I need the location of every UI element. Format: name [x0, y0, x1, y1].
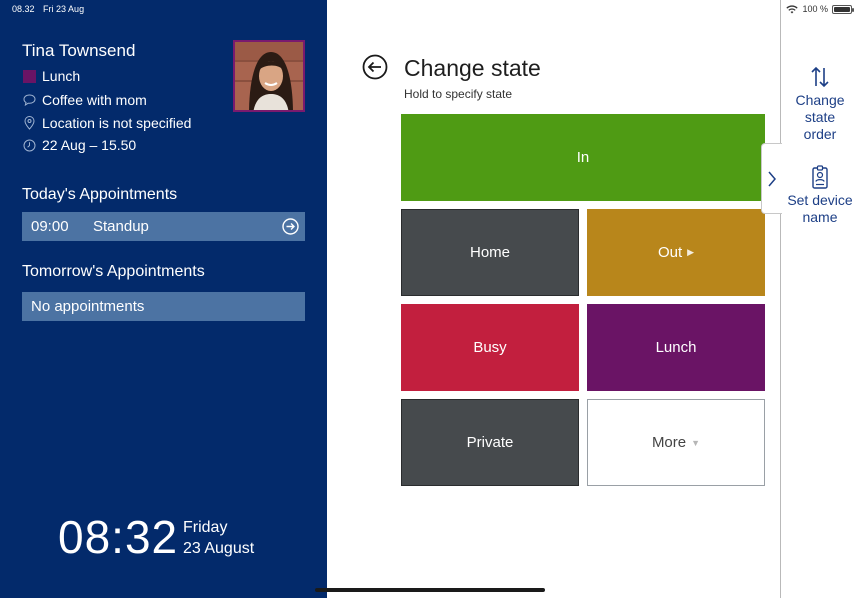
person-note-row: Coffee with mom — [22, 92, 147, 108]
chevron-right-icon — [768, 171, 776, 186]
state-tile-busy[interactable]: Busy — [401, 304, 579, 391]
appointment-title: Standup — [93, 218, 149, 235]
triangle-right-icon: ▶ — [687, 247, 695, 257]
set-device-line2: name — [802, 209, 838, 225]
state-tile-label: Lunch — [655, 339, 697, 356]
status-date: Fri 23 Aug — [43, 4, 85, 14]
battery-icon — [832, 4, 854, 14]
person-until: 22 Aug – 15.50 — [42, 137, 137, 153]
today-appointments-title: Today's Appointments — [22, 186, 178, 203]
triangle-down-icon: ▼ — [691, 437, 701, 448]
battery-level — [834, 6, 850, 12]
change-order-line3: order — [803, 126, 837, 142]
clock-icon — [22, 138, 36, 152]
person-location-row: Location is not specified — [22, 115, 191, 131]
clock-date: Friday 23 August — [183, 517, 254, 559]
id-badge-icon — [812, 165, 828, 189]
person-state: Lunch — [42, 68, 81, 84]
state-tile-in[interactable]: In — [401, 114, 765, 201]
change-state-order-button[interactable]: Change state order — [783, 64, 857, 143]
home-indicator — [315, 588, 545, 592]
state-tile-label: Home — [469, 244, 510, 261]
person-panel: Tina Townsend Lunch Coffee with mom Loca… — [0, 0, 327, 598]
state-tile-label: Out — [657, 244, 683, 261]
person-photo — [233, 40, 305, 112]
state-tile-label: More — [651, 434, 687, 451]
page-title: Change state — [404, 55, 541, 81]
sort-arrows-icon — [811, 66, 829, 88]
speech-bubble-icon — [22, 93, 36, 107]
state-tile-out[interactable]: Out ▶ — [587, 209, 765, 296]
side-panel-toggle[interactable] — [761, 143, 782, 214]
state-tile-label: Private — [466, 434, 514, 451]
state-tile-label: In — [576, 149, 590, 166]
status-bar-right: 100 % — [786, 4, 854, 14]
battery-percent: 100 % — [802, 4, 828, 14]
state-tile-label: Busy — [473, 339, 507, 356]
page-subtitle: Hold to specify state — [404, 87, 513, 101]
no-appointments-label: No appointments — [31, 298, 145, 315]
state-tile-lunch[interactable]: Lunch — [587, 304, 765, 391]
wifi-icon — [786, 4, 799, 13]
back-arrow-icon[interactable] — [362, 54, 388, 80]
change-order-line1: Change — [795, 92, 845, 108]
state-tile-home[interactable]: Home — [401, 209, 579, 296]
large-clock: 08:32 — [58, 511, 179, 563]
tomorrow-empty-state: No appointments — [22, 292, 305, 321]
side-panel-divider — [780, 0, 781, 598]
person-state-row: Lunch — [22, 68, 80, 84]
appointment-time: 09:00 — [31, 218, 69, 235]
set-device-name-button[interactable]: Set device name — [783, 164, 857, 226]
status-bar-left: 08.32 Fri 23 Aug — [12, 4, 84, 14]
location-pin-icon — [22, 116, 36, 130]
state-tile-private[interactable]: Private — [401, 399, 579, 486]
status-time: 08.32 — [12, 4, 35, 14]
clock-date-label: 23 August — [183, 540, 255, 557]
person-until-row: 22 Aug – 15.50 — [22, 137, 136, 153]
set-device-line1: Set device — [787, 192, 853, 208]
person-location: Location is not specified — [42, 115, 192, 131]
state-tile-more[interactable]: More ▼ — [587, 399, 765, 486]
person-note: Coffee with mom — [42, 92, 147, 108]
change-order-line2: state — [804, 109, 836, 125]
clock-weekday: Friday — [183, 519, 228, 536]
tomorrow-appointments-title: Tomorrow's Appointments — [22, 263, 205, 280]
today-appointment-item[interactable]: 09:00 Standup — [22, 212, 305, 241]
person-name: Tina Townsend — [22, 41, 136, 60]
state-color-swatch — [22, 69, 36, 83]
arrow-right-circle-icon[interactable] — [282, 218, 299, 235]
